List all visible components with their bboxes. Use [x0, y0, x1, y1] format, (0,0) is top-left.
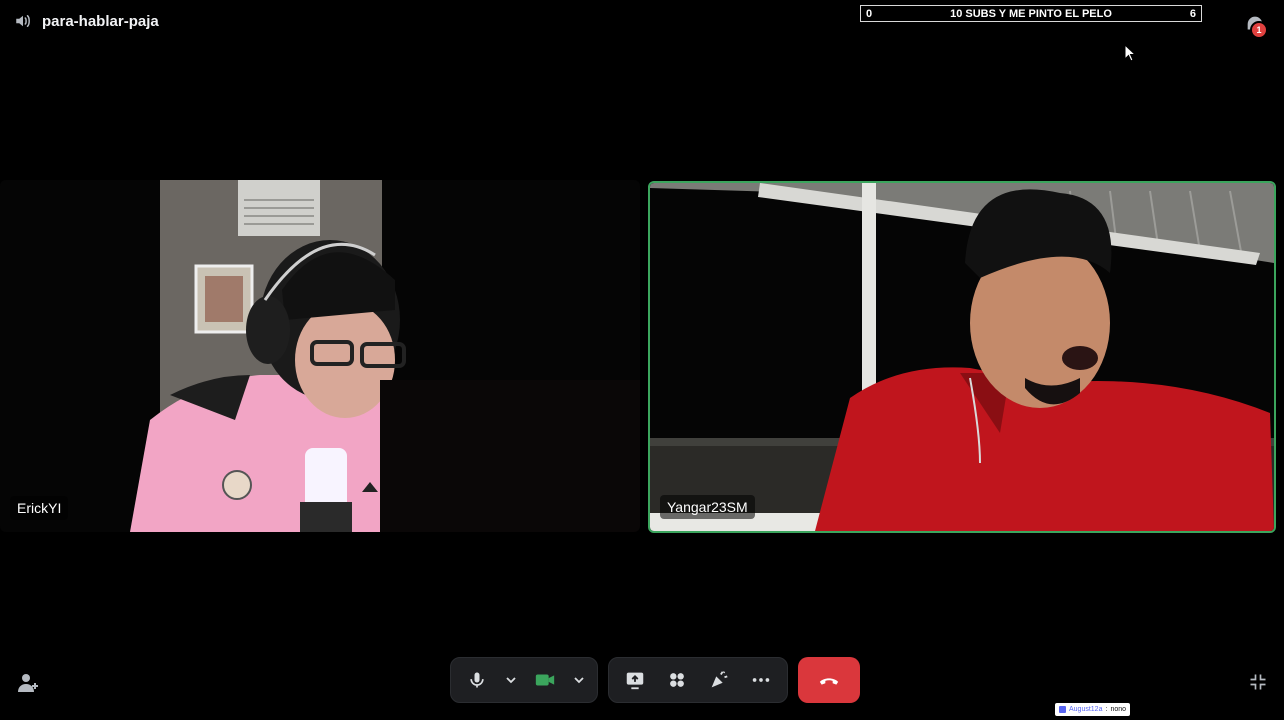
activities-button[interactable] [657, 660, 697, 700]
video-feed [0, 180, 640, 532]
camera-button[interactable] [525, 660, 565, 700]
participant-tile-erick[interactable]: ErickYI [0, 180, 640, 532]
participant-tile-yangar[interactable]: Yangar23SM [648, 181, 1276, 533]
channel-name[interactable]: para-hablar-paja [42, 13, 159, 30]
chevron-down-icon [506, 677, 516, 684]
chat-message: nono [1110, 706, 1127, 713]
screenshare-button[interactable] [615, 660, 655, 700]
audio-video-group [450, 657, 598, 703]
soundboard-icon [711, 671, 728, 688]
mouse-cursor-icon [1124, 44, 1136, 62]
audio-options-button[interactable] [499, 660, 523, 700]
chat-badge-icon [1059, 706, 1066, 713]
microphone-icon [470, 672, 484, 688]
actions-group [608, 657, 788, 703]
more-icon [752, 678, 770, 682]
screen-share-icon [626, 672, 644, 690]
activities-icon [670, 673, 684, 687]
disconnect-button[interactable] [798, 657, 860, 703]
more-options-button[interactable] [741, 660, 781, 700]
chat-separator: : [1105, 706, 1108, 713]
chat-username: August12a [1069, 706, 1103, 713]
end-call-icon [819, 678, 839, 685]
channel-header: para-hablar-paja [14, 12, 159, 30]
mute-button[interactable] [457, 660, 497, 700]
inbox-badge: 1 [1250, 21, 1268, 39]
participant-name: Yangar23SM [660, 495, 755, 519]
goal-title: 10 SUBS Y ME PINTO EL PELO [950, 7, 1112, 20]
fullscreen-button[interactable] [1248, 672, 1268, 697]
speaker-icon [14, 12, 32, 30]
exit-fullscreen-icon [1250, 674, 1266, 690]
soundboard-button[interactable] [699, 660, 739, 700]
goal-current: 0 [866, 7, 873, 20]
inbox-button[interactable]: 1 [1244, 13, 1268, 39]
camera-options-button[interactable] [567, 660, 591, 700]
sub-goal-bar: 0 10 SUBS Y ME PINTO EL PELO 6 [860, 5, 1202, 22]
participant-name: ErickYI [10, 496, 69, 520]
camera-icon [535, 674, 555, 686]
video-feed [650, 183, 1274, 531]
invite-button[interactable] [16, 671, 40, 700]
chevron-down-icon [574, 677, 584, 684]
call-controls [450, 657, 860, 703]
chat-overlay: August12a : nono [1055, 703, 1131, 716]
add-user-icon [18, 674, 38, 692]
goal-target: 6 [1189, 7, 1196, 20]
